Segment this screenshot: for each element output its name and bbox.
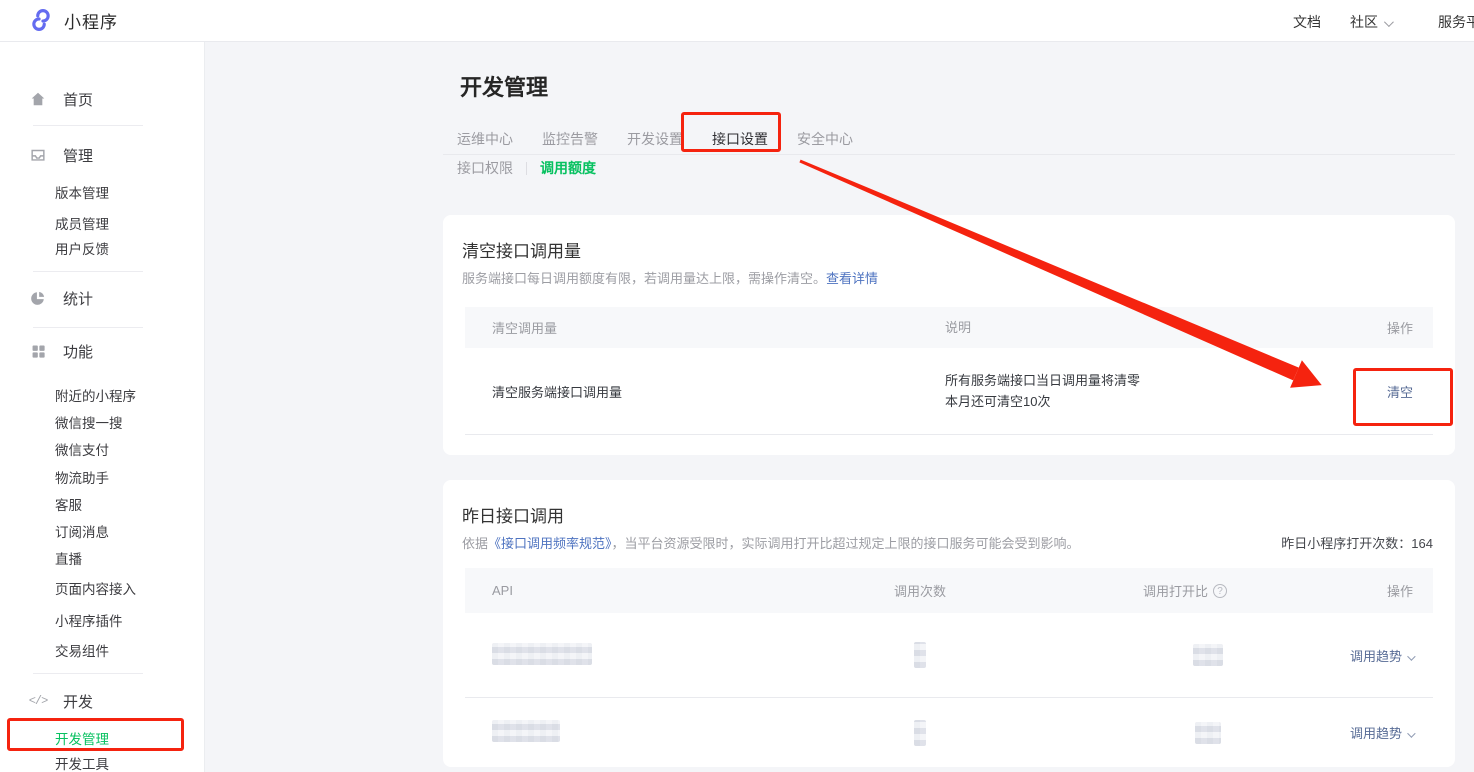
clear-quota-title: 清空接口调用量 bbox=[462, 237, 581, 262]
miniprogram-logo-icon bbox=[28, 7, 54, 33]
sidebar-item-features[interactable]: 功能 bbox=[28, 340, 93, 362]
sidebar-item-wechat-pay[interactable]: 微信支付 bbox=[55, 439, 109, 457]
col-action: 操作 bbox=[1303, 318, 1433, 337]
col-action: 操作 bbox=[1345, 581, 1433, 600]
call-count-redacted bbox=[815, 720, 1025, 746]
col-call-count: 调用次数 bbox=[815, 581, 1025, 600]
col-clear-quota: 清空调用量 bbox=[465, 318, 945, 337]
chevron-down-icon bbox=[1384, 17, 1394, 27]
sidebar-item-page-content[interactable]: 页面内容接入 bbox=[55, 578, 136, 596]
clear-quota-card: 清空接口调用量 服务端接口每日调用额度有限，若调用量达上限，需操作清空。查看详情… bbox=[443, 215, 1455, 455]
yesterday-calls-card: 昨日接口调用 依据《接口调用频率规范》，当平台资源受限时，实际调用打开比超过规定… bbox=[443, 480, 1455, 767]
nav-community[interactable]: 社区 bbox=[1350, 12, 1391, 32]
tab-underline bbox=[443, 154, 1455, 155]
sidebar-item-home[interactable]: 首页 bbox=[28, 88, 93, 110]
sidebar-item-member-manage[interactable]: 成员管理 bbox=[55, 213, 109, 231]
sidebar-item-nearby[interactable]: 附近的小程序 bbox=[55, 385, 136, 403]
miniprogram-logo[interactable]: 小程序 bbox=[28, 7, 118, 33]
table-row: 调用趋势 bbox=[465, 613, 1433, 698]
open-count-stat: 昨日小程序打开次数：164 bbox=[1281, 533, 1433, 552]
table-header-row: 清空调用量 说明 操作 bbox=[465, 307, 1433, 348]
page-title: 开发管理 bbox=[460, 70, 548, 102]
code-icon: </> bbox=[28, 691, 48, 711]
subtab-separator bbox=[526, 162, 527, 175]
frequency-spec-link[interactable]: 《接口调用频率规范》 bbox=[488, 536, 612, 551]
col-description: 说明 bbox=[945, 317, 1303, 338]
tab-api-settings[interactable]: 接口设置 bbox=[712, 129, 768, 149]
col-api: API bbox=[465, 583, 815, 598]
call-ratio-redacted bbox=[1025, 722, 1345, 744]
sidebar-item-customer-service[interactable]: 客服 bbox=[55, 494, 82, 512]
sidebar-item-develop-manage[interactable]: 开发管理 bbox=[55, 728, 109, 746]
api-name-redacted bbox=[465, 720, 815, 745]
sidebar-divider bbox=[33, 125, 143, 126]
inbox-icon bbox=[28, 145, 48, 165]
clear-quota-desc: 服务端接口每日调用额度有限，若调用量达上限，需操作清空。查看详情 bbox=[462, 268, 878, 287]
grid-icon bbox=[28, 341, 48, 361]
help-icon[interactable]: ? bbox=[1213, 584, 1227, 598]
call-count-redacted bbox=[815, 642, 1025, 668]
sidebar-item-logistics[interactable]: 物流助手 bbox=[55, 467, 109, 485]
clear-quota-table: 清空调用量 说明 操作 清空服务端接口调用量 所有服务端接口当日调用量将清零 本… bbox=[465, 307, 1433, 435]
sidebar: 首页 管理 版本管理 成员管理 用户反馈 统计 功能 附近的小程序 微信搜一搜 bbox=[0, 42, 205, 772]
sidebar-item-subscribe-message[interactable]: 订阅消息 bbox=[55, 521, 109, 539]
view-details-link[interactable]: 查看详情 bbox=[826, 271, 878, 286]
sidebar-divider bbox=[33, 673, 143, 674]
sidebar-divider bbox=[33, 271, 143, 272]
table-header-row: API 调用次数 调用打开比 ? 操作 bbox=[465, 568, 1433, 613]
app-canvas: 小程序 文档 社区 服务平 首页 管理 版本管理 成员管理 用户反馈 统 bbox=[0, 0, 1474, 772]
sidebar-item-search[interactable]: 微信搜一搜 bbox=[55, 412, 123, 430]
yesterday-calls-title: 昨日接口调用 bbox=[462, 502, 564, 527]
api-name-redacted bbox=[465, 643, 815, 668]
sidebar-item-stats[interactable]: 统计 bbox=[28, 287, 93, 309]
sidebar-divider bbox=[33, 327, 143, 328]
chevron-down-icon bbox=[1407, 652, 1415, 660]
tab-monitor-alert[interactable]: 监控告警 bbox=[542, 129, 598, 149]
table-row: 调用趋势 bbox=[465, 698, 1433, 767]
call-trend-button[interactable]: 调用趋势 bbox=[1350, 726, 1402, 741]
nav-docs[interactable]: 文档 bbox=[1293, 12, 1321, 32]
tab-bar: 运维中心 监控告警 开发设置 接口设置 安全中心 bbox=[457, 129, 853, 149]
yesterday-calls-desc: 依据《接口调用频率规范》，当平台资源受限时，实际调用打开比超过规定上限的接口服务… bbox=[462, 533, 1080, 552]
row-action: 调用趋势 bbox=[1345, 723, 1433, 742]
col-call-open-ratio: 调用打开比 ? bbox=[1025, 581, 1345, 600]
tab-ops-center[interactable]: 运维中心 bbox=[457, 129, 513, 149]
subtab-call-quota[interactable]: 调用额度 bbox=[540, 158, 596, 178]
row-description: 所有服务端接口当日调用量将清零 本月还可清空10次 bbox=[945, 370, 1303, 412]
sidebar-item-live[interactable]: 直播 bbox=[55, 548, 82, 566]
top-header: 小程序 文档 社区 服务平 bbox=[0, 0, 1474, 42]
sidebar-item-user-feedback[interactable]: 用户反馈 bbox=[55, 238, 109, 256]
nav-service-platform[interactable]: 服务平 bbox=[1438, 12, 1474, 32]
sidebar-item-develop-tools[interactable]: 开发工具 bbox=[55, 753, 109, 771]
tab-dev-settings[interactable]: 开发设置 bbox=[627, 129, 683, 149]
api-calls-table: API 调用次数 调用打开比 ? 操作 调用趋势 bbox=[465, 568, 1433, 767]
chevron-down-icon bbox=[1407, 729, 1415, 737]
sidebar-item-version-manage[interactable]: 版本管理 bbox=[55, 182, 109, 200]
home-icon bbox=[28, 89, 48, 109]
tab-security-center[interactable]: 安全中心 bbox=[797, 129, 853, 149]
subtab-api-permission[interactable]: 接口权限 bbox=[457, 158, 513, 178]
clear-button[interactable]: 清空 bbox=[1387, 385, 1413, 400]
subtab-bar: 接口权限 调用额度 bbox=[457, 158, 596, 178]
sidebar-item-develop[interactable]: </> 开发 bbox=[28, 690, 93, 712]
sidebar-item-plugin[interactable]: 小程序插件 bbox=[55, 610, 123, 628]
call-ratio-redacted bbox=[1025, 644, 1345, 666]
sidebar-item-trade-component[interactable]: 交易组件 bbox=[55, 640, 109, 658]
row-action: 清空 bbox=[1303, 382, 1433, 401]
pie-chart-icon bbox=[28, 288, 48, 308]
table-row: 清空服务端接口调用量 所有服务端接口当日调用量将清零 本月还可清空10次 清空 bbox=[465, 348, 1433, 435]
sidebar-item-manage[interactable]: 管理 bbox=[28, 144, 93, 166]
row-name: 清空服务端接口调用量 bbox=[465, 382, 945, 401]
brand-label: 小程序 bbox=[64, 8, 118, 33]
row-action: 调用趋势 bbox=[1345, 646, 1433, 665]
open-count-value: 164 bbox=[1411, 536, 1433, 551]
call-trend-button[interactable]: 调用趋势 bbox=[1350, 649, 1402, 664]
